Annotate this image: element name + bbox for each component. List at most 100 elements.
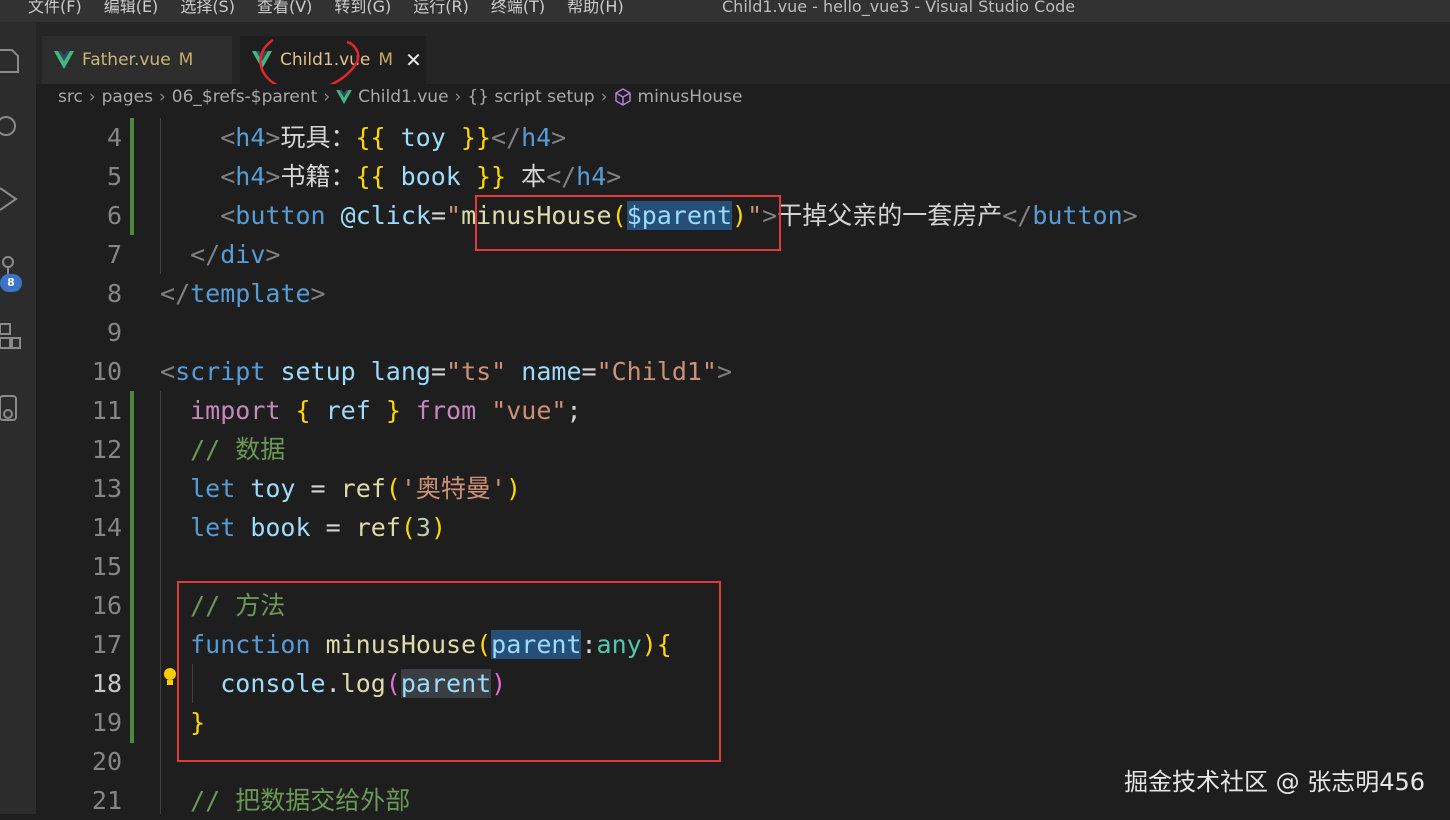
code-editor[interactable]: 4 <h4>玩具：{{ toy }}</h4> 5 <h4>书籍：{{ book …	[36, 118, 1450, 815]
code-token: (	[385, 474, 401, 503]
code-line[interactable]: 15	[36, 547, 1450, 586]
menu-help[interactable]: 帮助(H)	[567, 0, 624, 17]
code-token: minusHouse	[461, 201, 612, 230]
code-token: "	[747, 201, 763, 230]
code-line[interactable]: 18 console.log(parent)	[36, 664, 1450, 703]
code-token: </	[1002, 201, 1033, 230]
method-cube-icon	[614, 88, 631, 106]
menu-run[interactable]: 运行(R)	[413, 0, 469, 17]
modified-indicator: M	[178, 50, 194, 70]
code-token: )	[505, 474, 522, 503]
menu-selection[interactable]: 选择(S)	[180, 0, 235, 17]
code-token: script	[175, 357, 266, 386]
code-token: 干掉父亲的一套房产	[777, 201, 1003, 230]
run-debug-icon[interactable]	[0, 184, 30, 214]
code-token: // 数据	[190, 435, 286, 464]
line-number: 9	[106, 318, 122, 347]
lightbulb-icon[interactable]	[162, 667, 178, 689]
tab-father-vue[interactable]: Father.vue M	[42, 36, 232, 84]
code-token: {	[656, 630, 672, 659]
tab-label: Child1.vue	[280, 50, 371, 70]
code-line[interactable]: 13 let toy = ref('奥特曼')	[36, 469, 1450, 508]
tab-child1-vue[interactable]: Child1.vue M ✕	[240, 36, 426, 84]
code-text: </template>	[100, 274, 326, 313]
menu-edit[interactable]: 编辑(E)	[104, 0, 159, 17]
code-token: (	[611, 201, 627, 230]
code-token: ref	[340, 474, 386, 503]
code-text: // 数据	[100, 430, 285, 469]
code-line[interactable]: 4 <h4>玩具：{{ toy }}</h4>	[36, 118, 1450, 157]
code-token: import	[190, 396, 281, 425]
code-line[interactable]: 17 function minusHouse(parent:any){	[36, 625, 1450, 664]
code-line[interactable]: 12 // 数据	[36, 430, 1450, 469]
code-token: >	[310, 279, 326, 308]
code-line[interactable]: 5 <h4>书籍：{{ book }} 本</h4>	[36, 157, 1450, 196]
code-text: <h4>玩具：{{ toy }}</h4>	[100, 118, 566, 157]
remote-icon[interactable]	[0, 394, 30, 424]
code-line[interactable]: 8 </template>	[36, 274, 1450, 313]
code-line[interactable]: 7 </div>	[36, 235, 1450, 274]
code-line[interactable]: 6 <button @click="minusHouse($parent)">干…	[36, 196, 1450, 235]
search-icon[interactable]	[0, 114, 30, 144]
code-line[interactable]: 14 let book = ref(3)	[36, 508, 1450, 547]
line-number: 15	[91, 552, 122, 581]
code-token: template	[190, 279, 311, 308]
close-tab-icon[interactable]: ✕	[405, 48, 422, 72]
source-control-badge: 8	[0, 274, 22, 292]
code-token: 3	[415, 513, 431, 542]
code-token: "vue"	[491, 396, 567, 425]
chevron-right-icon: ›	[88, 87, 96, 107]
menu-file[interactable]: 文件(F)	[28, 0, 82, 17]
code-token: :	[581, 630, 597, 659]
code-token: function	[190, 630, 311, 659]
code-token: book	[235, 513, 311, 542]
code-token: button	[235, 201, 326, 230]
breadcrumb-src[interactable]: src	[58, 84, 83, 110]
code-token: h4	[235, 123, 266, 152]
code-token: any	[596, 630, 642, 659]
explorer-icon[interactable]	[0, 46, 30, 76]
code-line[interactable]: 16 // 方法	[36, 586, 1450, 625]
code-token: }	[190, 708, 206, 737]
menu-terminal[interactable]: 终端(T)	[491, 0, 545, 17]
code-line[interactable]: 10 <script setup lang="ts" name="Child1"…	[36, 352, 1450, 391]
chevron-right-icon: ›	[454, 87, 462, 107]
code-text: </div>	[100, 235, 280, 274]
menu-go[interactable]: 转到(G)	[334, 0, 391, 17]
code-line[interactable]: 9	[36, 313, 1450, 352]
menu-view[interactable]: 查看(V)	[257, 0, 312, 17]
breadcrumb-symbol[interactable]: minusHouse	[638, 84, 743, 110]
breadcrumb-folder[interactable]: 06_$refs-$parent	[172, 84, 318, 110]
code-token: let	[190, 513, 236, 542]
code-token: }	[385, 396, 401, 425]
code-token: minusHouse	[310, 630, 477, 659]
code-token: </	[546, 162, 577, 191]
code-token: </	[490, 123, 522, 152]
code-text: <script setup lang="ts" name="Child1">	[100, 352, 732, 391]
code-token: div	[220, 240, 266, 269]
code-token: =	[430, 201, 447, 230]
code-token: {{	[355, 123, 386, 152]
code-token: "ts"	[446, 357, 507, 386]
code-line[interactable]: 11 import { ref } from "vue";	[36, 391, 1450, 430]
watermark: 掘金技术社区 @ 张志明456	[1124, 768, 1426, 796]
extensions-icon[interactable]	[0, 322, 30, 352]
code-text: <h4>书籍：{{ book }} 本</h4>	[100, 157, 621, 196]
code-line[interactable]: 19 }	[36, 703, 1450, 742]
breadcrumb-script-setup[interactable]: {} script setup	[467, 84, 594, 110]
code-token: 玩具：	[280, 123, 356, 152]
breadcrumb-file[interactable]: Child1.vue	[358, 84, 448, 110]
code-text: let toy = ref('奥特曼')	[100, 469, 521, 508]
code-token: >	[717, 357, 733, 386]
code-token: @click	[325, 201, 431, 230]
code-token: >	[551, 123, 567, 152]
breadcrumb-pages[interactable]: pages	[102, 84, 153, 110]
